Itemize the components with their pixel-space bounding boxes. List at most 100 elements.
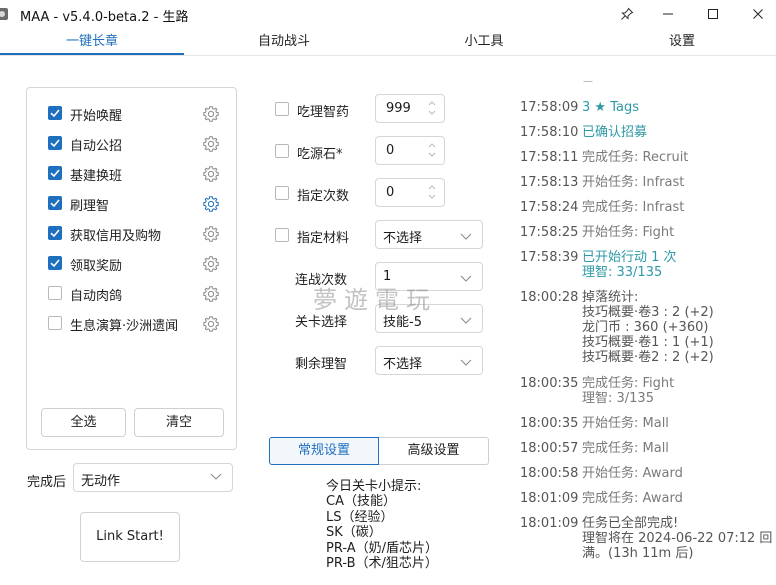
task-checkbox[interactable] <box>48 196 62 210</box>
task-label: 生息演算·沙洲遗闻 <box>70 319 179 334</box>
tab-tools[interactable]: 小工具 <box>384 30 584 54</box>
tip-line: PR-B（术/狙芯片） <box>326 556 438 571</box>
gear-icon[interactable] <box>202 105 220 123</box>
log-message: 3 ★ Tags <box>582 100 639 115</box>
log-timestamp: 17:58:25 <box>520 225 579 240</box>
number-stepper[interactable]: 0 <box>375 178 445 207</box>
stepper-value: 999 <box>386 101 411 116</box>
task-row[interactable]: 获取信用及购物 <box>48 224 228 244</box>
check-icon <box>50 139 60 148</box>
log-partial-entry: — <box>583 80 605 83</box>
log-message: 完成任务: Recruit <box>582 150 689 165</box>
task-label: 自动肉鸽 <box>70 289 123 304</box>
log-timestamp: 18:01:09 <box>520 516 579 531</box>
check-icon <box>50 199 60 208</box>
gear-icon[interactable] <box>202 225 220 243</box>
chevron-down-icon <box>460 314 472 324</box>
task-row[interactable]: 自动肉鸽 <box>48 284 228 304</box>
check-icon <box>50 229 60 238</box>
log-message: 完成任务: Fight <box>582 376 675 391</box>
task-row[interactable]: 自动公招 <box>48 134 228 154</box>
task-checkbox[interactable] <box>48 256 62 270</box>
minimize-icon <box>663 13 673 15</box>
close-icon <box>753 9 763 19</box>
check-icon <box>50 109 60 118</box>
after-complete-select[interactable]: 无动作 <box>73 463 233 492</box>
log-timestamp: 17:58:11 <box>520 150 579 165</box>
log-message: 理智: 33/135 <box>582 265 663 280</box>
task-checkbox[interactable] <box>48 136 62 150</box>
task-row[interactable]: 刷理智 <box>48 194 228 214</box>
maximize-button[interactable] <box>695 0 731 28</box>
option-checkbox[interactable] <box>275 144 289 158</box>
stage-select[interactable]: 不选择 <box>375 346 483 375</box>
log-message: 完成任务: Infrast <box>582 200 685 215</box>
log-timestamp: 18:00:57 <box>520 441 579 456</box>
minimize-button[interactable] <box>650 0 686 28</box>
stepper-arrows-icon[interactable] <box>428 182 436 205</box>
option-label: 吃理智药 <box>297 105 350 120</box>
log-timestamp: 18:00:28 <box>520 290 579 305</box>
log-timestamp: 17:58:10 <box>520 125 579 140</box>
advanced-settings-tab[interactable]: 高级设置 <box>379 437 489 465</box>
task-checkbox[interactable] <box>48 226 62 240</box>
material-select[interactable]: 不选择 <box>375 220 483 249</box>
task-label: 基建换班 <box>70 169 123 184</box>
task-row[interactable]: 基建换班 <box>48 164 228 184</box>
maximize-icon <box>708 9 718 19</box>
task-row[interactable]: 开始唤醒 <box>48 104 228 124</box>
normal-settings-tab[interactable]: 常规设置 <box>269 437 379 465</box>
gear-icon[interactable] <box>202 135 220 153</box>
log-message: 掉落统计: <box>582 290 639 305</box>
gear-icon[interactable] <box>202 195 220 213</box>
link-start-button[interactable]: Link Start! <box>80 512 180 562</box>
title-bar: MAA - v5.4.0-beta.2 - 生路 <box>0 0 776 28</box>
task-row[interactable]: 生息演算·沙洲遗闻 <box>48 314 228 334</box>
number-stepper[interactable]: 999 <box>375 94 445 123</box>
option-checkbox[interactable] <box>275 186 289 200</box>
log-message: 理智将在 2024-06-22 07:12 回 <box>582 531 773 546</box>
select-all-button[interactable]: 全选 <box>41 408 126 437</box>
log-message: 完成任务: Mall <box>582 441 669 456</box>
option-checkbox[interactable] <box>275 102 289 116</box>
close-button[interactable] <box>740 0 776 28</box>
log-message: 技巧概要·卷2 : 2 (+2) <box>582 350 714 365</box>
tab-divider <box>0 55 776 56</box>
pin-icon <box>621 7 634 20</box>
task-label: 刷理智 <box>70 199 110 214</box>
chevron-down-icon <box>460 272 472 282</box>
task-checkbox[interactable] <box>48 106 62 120</box>
check-icon <box>50 169 60 178</box>
clear-button[interactable]: 清空 <box>134 408 224 437</box>
task-row[interactable]: 领取奖励 <box>48 254 228 274</box>
number-stepper[interactable]: 0 <box>375 136 445 165</box>
select-value: 不选择 <box>383 231 423 246</box>
gear-icon[interactable] <box>202 255 220 273</box>
log-message: 满。(13h 11m 后) <box>582 546 694 561</box>
log-message: 开始任务: Award <box>582 466 683 481</box>
log-message: 技巧概要·卷1 : 1 (+1) <box>582 335 714 350</box>
option-label: 吃源石* <box>297 147 343 162</box>
option-checkbox[interactable] <box>275 228 289 242</box>
task-checkbox[interactable] <box>48 316 62 330</box>
log-timestamp: 17:58:13 <box>520 175 579 190</box>
after-complete-value: 无动作 <box>81 474 121 489</box>
after-complete-label: 完成后 <box>27 475 67 490</box>
pin-button[interactable] <box>609 0 645 28</box>
task-label: 获取信用及购物 <box>70 229 162 244</box>
select-label: 剩余理智 <box>295 357 348 372</box>
task-checkbox[interactable] <box>48 286 62 300</box>
chevron-down-icon <box>460 356 472 366</box>
tab-auto-battle[interactable]: 自动战斗 <box>184 30 384 54</box>
chevron-down-icon <box>210 473 222 480</box>
stepper-arrows-icon[interactable] <box>428 98 436 121</box>
tab-settings[interactable]: 设置 <box>584 30 776 54</box>
gear-icon[interactable] <box>202 315 220 333</box>
gear-icon[interactable] <box>202 285 220 303</box>
select-value: 不选择 <box>383 357 423 372</box>
task-checkbox[interactable] <box>48 166 62 180</box>
gear-icon[interactable] <box>202 165 220 183</box>
window-title: MAA - v5.4.0-beta.2 - 生路 <box>20 10 189 25</box>
tab-one-click[interactable]: 一键长章 <box>0 30 184 54</box>
stepper-arrows-icon[interactable] <box>428 140 436 163</box>
